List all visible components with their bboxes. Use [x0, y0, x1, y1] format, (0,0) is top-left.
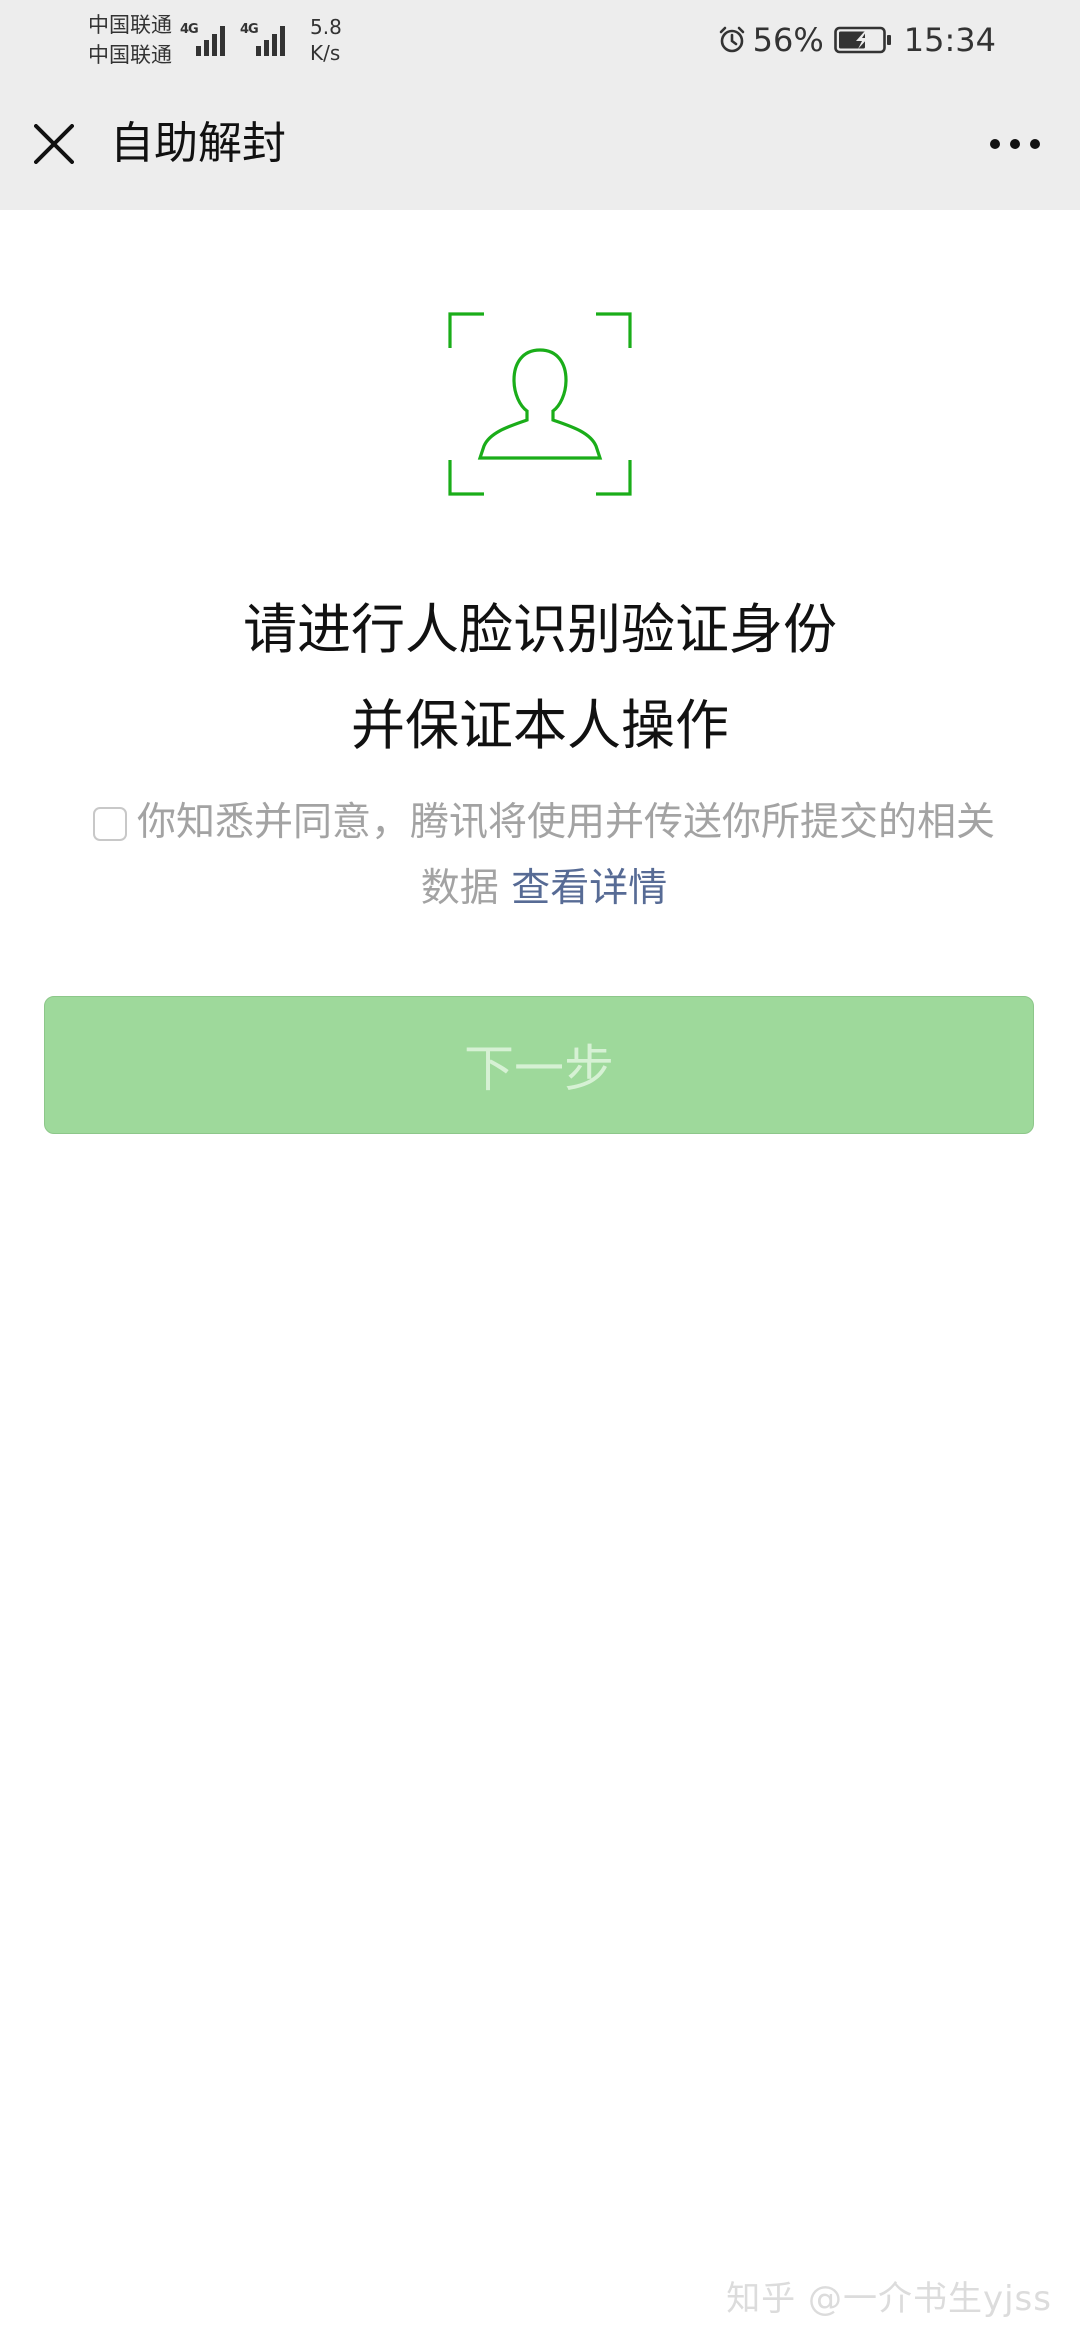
speed-unit: K/s — [310, 41, 341, 65]
signal-icon — [192, 20, 230, 56]
speed-value: 5.8 — [310, 15, 342, 39]
alarm-icon — [719, 26, 744, 53]
view-details-link[interactable]: 查看详情 — [511, 866, 667, 911]
next-step-button[interactable]: 下一步 — [44, 996, 1034, 1134]
consent-block: 你知悉并同意，腾讯将使用并传送你所提交的相关数据 查看详情 — [74, 790, 1014, 922]
instruction-heading-line-2: 并保证本人操作 — [351, 694, 729, 757]
battery-charging-icon — [833, 26, 891, 54]
clock-time: 15:34 — [903, 21, 996, 59]
more-icon — [990, 139, 1040, 149]
more-button[interactable] — [970, 110, 1060, 178]
watermark: 知乎 @一介书生yjss — [726, 2279, 1052, 2319]
carrier-2: 中国联通 — [88, 43, 172, 67]
status-bar: 中国联通 中国联通 4G 4G 5.8 K/s 56% 15:34 — [0, 0, 1080, 80]
carrier-info: 中国联通 中国联通 — [88, 10, 172, 70]
page-title: 自助解封 — [110, 118, 286, 169]
battery-percent: 56% — [752, 21, 824, 59]
close-icon — [34, 124, 74, 164]
network-speed: 5.8 K/s — [310, 14, 342, 66]
title-bar: 自助解封 — [0, 80, 1080, 210]
carrier-1: 中国联通 — [88, 13, 172, 37]
consent-checkbox[interactable] — [92, 807, 127, 841]
signal-icon — [252, 20, 290, 56]
instruction-heading-line-1: 请进行人脸识别验证身份 — [243, 598, 837, 661]
status-right: 56% 15:34 — [717, 18, 996, 62]
face-scan-icon — [448, 312, 632, 496]
close-button[interactable] — [20, 110, 88, 178]
